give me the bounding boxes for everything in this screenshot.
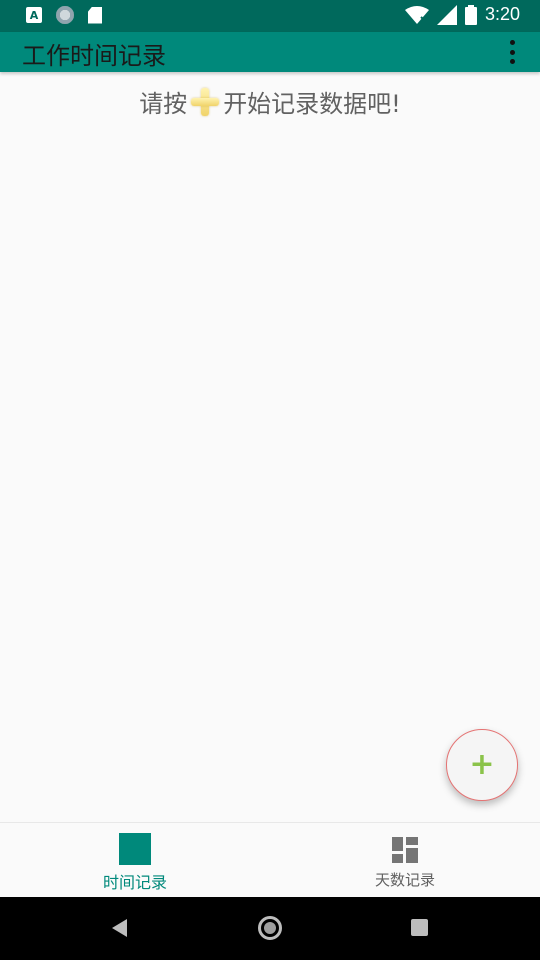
home-icon[interactable] bbox=[258, 916, 282, 940]
sd-card-icon bbox=[88, 6, 102, 24]
empty-prompt-after: 开始记录数据吧! bbox=[223, 90, 401, 118]
menu-dot bbox=[509, 59, 515, 64]
nav-item-time-record[interactable]: 时间记录 bbox=[0, 823, 270, 897]
system-navigation-bar bbox=[0, 897, 540, 960]
nav-label-time-record: 时间记录 bbox=[102, 873, 167, 892]
status-left-icons: A bbox=[26, 6, 102, 24]
home-inner bbox=[264, 922, 276, 934]
nav-label-day-record: 天数记录 bbox=[374, 871, 435, 889]
back-icon[interactable] bbox=[112, 919, 127, 937]
app-bar: 工作时间记录 bbox=[0, 32, 540, 72]
menu-dot bbox=[509, 49, 515, 55]
menu-dot bbox=[509, 40, 515, 45]
nav-item-day-record[interactable]: 天数记录 bbox=[270, 823, 540, 897]
square-icon bbox=[119, 833, 151, 865]
sync-circle-icon bbox=[56, 6, 74, 24]
status-bar: A 3:20 bbox=[0, 0, 540, 32]
empty-state-prompt: 请按 开始记录数据吧! bbox=[0, 84, 540, 119]
dashboard-icon bbox=[392, 837, 418, 863]
empty-prompt-before: 请按 bbox=[139, 90, 188, 118]
signal-icon bbox=[436, 4, 457, 25]
status-right-icons: 3:20 bbox=[404, 4, 520, 25]
battery-icon bbox=[464, 4, 477, 25]
plus-icon bbox=[189, 86, 221, 118]
app-title: 工作时间记录 bbox=[22, 42, 166, 70]
recents-icon[interactable] bbox=[411, 919, 428, 936]
bottom-navigation: 时间记录 天数记录 bbox=[0, 822, 540, 897]
status-time: 3:20 bbox=[484, 4, 520, 24]
overflow-menu-icon[interactable] bbox=[502, 40, 522, 64]
wifi-icon bbox=[404, 5, 429, 24]
a-notification-icon: A bbox=[26, 7, 42, 23]
add-record-button[interactable]: + bbox=[446, 729, 518, 801]
add-icon: + bbox=[469, 747, 495, 782]
